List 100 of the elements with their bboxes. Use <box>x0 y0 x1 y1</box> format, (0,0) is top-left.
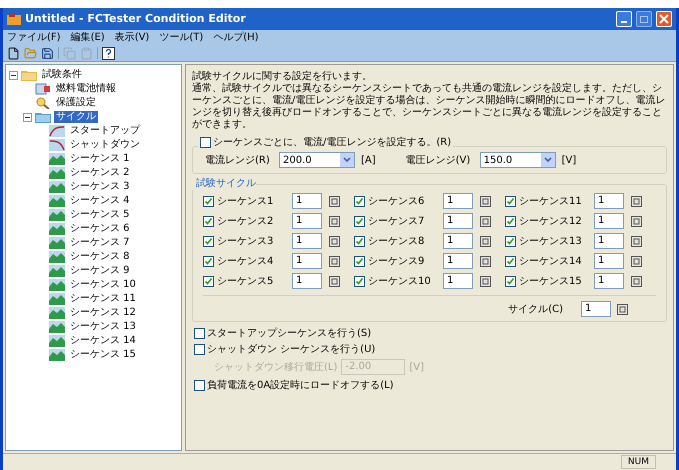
checkbox-label[interactable]: シーケンス10 <box>368 274 440 288</box>
count-field[interactable]: 1 <box>292 273 322 289</box>
checkbox-label[interactable]: シーケンス1 <box>217 194 289 208</box>
new-file-icon[interactable] <box>7 46 20 60</box>
count-field[interactable]: 1 <box>292 233 322 249</box>
checkbox-label[interactable]: シーケンス8 <box>368 234 440 248</box>
tree-item[interactable]: シーケンス 13 <box>68 321 138 333</box>
spin-button-icon[interactable] <box>329 276 340 286</box>
clipboard-icon[interactable] <box>80 46 93 60</box>
tree-item[interactable]: スタートアップ <box>68 125 142 137</box>
count-field[interactable]: 1 <box>292 213 322 229</box>
spin-button-icon[interactable] <box>329 236 340 246</box>
spin-button-icon[interactable] <box>329 216 340 226</box>
tree-item[interactable]: シーケンス 15 <box>68 349 138 361</box>
spin-button-icon[interactable] <box>329 196 340 206</box>
tree-item[interactable]: シーケンス 1 <box>68 153 132 165</box>
spin-button-icon[interactable] <box>631 276 642 286</box>
tree-item[interactable]: シーケンス 4 <box>68 195 132 207</box>
checkbox-label[interactable]: シーケンス9 <box>368 254 440 268</box>
spin-button-icon[interactable] <box>631 236 642 246</box>
checkbox-label[interactable]: シーケンス15 <box>519 274 591 288</box>
count-field[interactable]: 1 <box>292 253 322 269</box>
checkbox-label[interactable]: シーケンス5 <box>217 274 289 288</box>
checkbox-label[interactable]: シーケンス7 <box>368 214 440 228</box>
checkbox[interactable] <box>354 276 365 286</box>
count-field[interactable]: 1 <box>594 213 624 229</box>
checkbox-label[interactable]: シーケンスごとに、電流/電圧レンジを設定する。(R) <box>213 134 452 150</box>
checkbox[interactable] <box>194 328 205 338</box>
checkbox-label[interactable]: シーケンス12 <box>519 214 591 228</box>
menu-item[interactable]: 編集(E) <box>70 32 105 44</box>
tree-item[interactable]: シーケンス 6 <box>68 223 132 235</box>
cycle-count-field[interactable]: 1 <box>581 301 611 317</box>
spin-button-icon[interactable] <box>480 196 491 206</box>
checkbox-label[interactable]: シーケンス3 <box>217 234 289 248</box>
checkbox-label[interactable]: シーケンス6 <box>368 194 440 208</box>
collapse-icon[interactable] <box>23 112 32 122</box>
count-field[interactable]: 1 <box>443 213 473 229</box>
count-field[interactable]: 1 <box>443 273 473 289</box>
tree-item[interactable]: 試験条件 <box>40 69 84 81</box>
close-button[interactable] <box>656 11 672 27</box>
spin-button-icon[interactable] <box>631 196 642 206</box>
tree-item[interactable]: サイクル <box>54 111 98 123</box>
tree-item[interactable]: シーケンス 7 <box>68 237 132 249</box>
checkbox[interactable] <box>505 256 516 266</box>
tree-item[interactable]: シーケンス 2 <box>68 167 132 179</box>
tree-item[interactable]: シーケンス 10 <box>68 279 138 291</box>
tree-item[interactable]: シーケンス 5 <box>68 209 132 221</box>
spin-button-icon[interactable] <box>617 304 628 314</box>
count-field[interactable]: 1 <box>443 253 473 269</box>
count-field[interactable]: 1 <box>594 273 624 289</box>
tree-item[interactable]: シーケンス 3 <box>68 181 132 193</box>
menu-item[interactable]: ファイル(F) <box>7 32 61 44</box>
checkbox[interactable] <box>505 196 516 206</box>
checkbox[interactable] <box>203 216 214 226</box>
tree-item[interactable]: シャットダウン <box>68 139 142 151</box>
checkbox-label[interactable]: シーケンス11 <box>519 194 591 208</box>
checkbox[interactable] <box>203 256 214 266</box>
checkbox[interactable] <box>354 196 365 206</box>
checkbox-label[interactable]: シャットダウン シーケンスを行う(U) <box>207 342 376 356</box>
tree-item[interactable]: 燃料電池情報 <box>54 83 118 95</box>
checkbox-label[interactable]: シーケンス14 <box>519 254 591 268</box>
checkbox[interactable] <box>203 276 214 286</box>
count-field[interactable]: 1 <box>594 253 624 269</box>
checkbox[interactable] <box>203 236 214 246</box>
spin-button-icon[interactable] <box>329 256 340 266</box>
checkbox[interactable] <box>505 276 516 286</box>
checkbox[interactable] <box>203 196 214 206</box>
tree-item[interactable]: 保護設定 <box>54 97 98 109</box>
checkbox-label[interactable]: シーケンス4 <box>217 254 289 268</box>
spin-button-icon[interactable] <box>480 276 491 286</box>
checkbox[interactable] <box>505 236 516 246</box>
checkbox-label[interactable]: シーケンス13 <box>519 234 591 248</box>
spin-button-icon[interactable] <box>480 236 491 246</box>
spin-button-icon[interactable] <box>480 216 491 226</box>
count-field[interactable]: 1 <box>443 233 473 249</box>
tree-item[interactable]: シーケンス 14 <box>68 335 138 347</box>
help-icon[interactable] <box>102 46 115 60</box>
checkbox-label[interactable]: シーケンス2 <box>217 214 289 228</box>
tree-item[interactable]: シーケンス 12 <box>68 307 138 319</box>
save-icon[interactable] <box>41 46 54 60</box>
checkbox-label[interactable]: 負荷電流を0A設定時にロードオフする(L) <box>207 378 394 392</box>
tree-item[interactable]: シーケンス 9 <box>68 265 132 277</box>
checkbox[interactable] <box>194 380 205 390</box>
spin-button-icon[interactable] <box>480 256 491 266</box>
checkbox[interactable] <box>505 216 516 226</box>
menu-item[interactable]: ヘルプ(H) <box>213 32 259 44</box>
checkbox[interactable] <box>200 136 211 148</box>
checkbox[interactable] <box>354 236 365 246</box>
tree-item[interactable]: シーケンス 8 <box>68 251 132 263</box>
checkbox[interactable] <box>354 256 365 266</box>
tree-item[interactable]: シーケンス 11 <box>68 293 138 305</box>
count-field[interactable]: 1 <box>594 233 624 249</box>
range-dropdown[interactable]: 200.0 <box>279 152 355 168</box>
checkbox[interactable] <box>354 216 365 226</box>
collapse-icon[interactable] <box>9 70 18 80</box>
count-field[interactable]: 1 <box>443 193 473 209</box>
checkbox[interactable] <box>194 344 205 354</box>
spin-button-icon[interactable] <box>631 256 642 266</box>
range-dropdown[interactable]: 150.0 <box>480 152 556 168</box>
checkbox-label[interactable]: スタートアップシーケンスを行う(S) <box>207 326 372 340</box>
